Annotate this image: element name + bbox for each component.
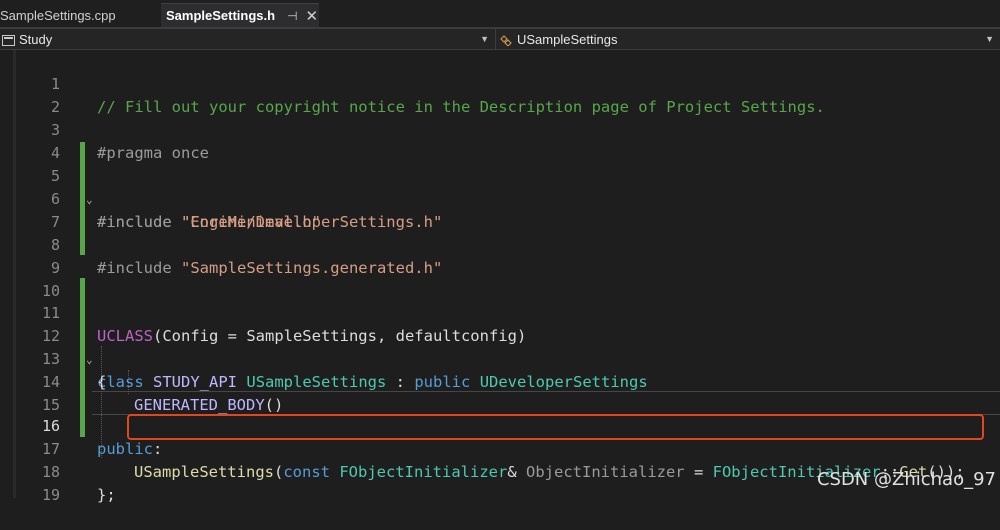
project-label: Study [19,31,53,47]
code-line: 14 GENERATED_BODY() [0,348,1000,414]
annotation-highlight-box [127,414,984,440]
project-dropdown[interactable]: Study ▼ [0,29,496,49]
line-number: 19 [41,486,60,504]
code-line: 8 #include "SampleSettings.generated.h" [0,211,1000,277]
code-line: 10 [0,257,1000,300]
tab-label: SampleSettings.cpp [0,7,116,23]
code-line: 11 UCLASS(Config = SampleSettings, defau… [0,279,1000,345]
code-line: 9 [0,234,1000,277]
navigation-bar: Study ▼ USampleSettings ▼ [0,29,1000,50]
pin-icon[interactable]: ⊣ [287,9,297,23]
code-editor[interactable]: 1 // Fill out your copyright notice in t… [0,50,1000,504]
chevron-down-icon: ▼ [985,34,994,44]
tab-label: SampleSettings.h [166,8,276,23]
code-line: 3 #pragma once [0,96,1000,162]
tab-samplesettings-cpp[interactable]: SampleSettings.cpp [0,3,158,27]
close-icon[interactable]: ✕ [306,7,319,25]
code-line: 4 [0,119,1000,162]
class-icon [500,34,513,47]
code-line: 13 { [0,325,1000,391]
code-line: 6 #include "Engine/DeveloperSettings.h" [0,165,1000,231]
code-line: 12 ⌄ class STUDY_API USampleSettings : p… [0,302,1000,391]
watermark: CSDN @Zhichao_97 [816,469,996,490]
tab-bar: SampleSettings.cpp SampleSettings.h ⊣ ✕ [0,0,1000,29]
project-icon [2,34,15,46]
code-line: 5 ⌄ #include "CoreMinimal.h" [0,142,1000,231]
code-line: 16 public: [0,392,1000,458]
tab-samplesettings-h[interactable]: SampleSettings.h ⊣ ✕ [161,3,319,27]
code-line: 2 [0,73,1000,116]
code-line: 1 // Fill out your copyright notice in t… [0,50,1000,116]
code-text: }; [97,486,116,504]
scope-dropdown[interactable]: USampleSettings ▼ [498,29,1000,49]
code-line: 7 [0,188,1000,231]
chevron-down-icon: ▼ [480,34,489,44]
code-line: 18 }; [0,438,1000,504]
scope-label: USampleSettings [517,31,618,47]
code-line: 15 [0,371,1000,414]
